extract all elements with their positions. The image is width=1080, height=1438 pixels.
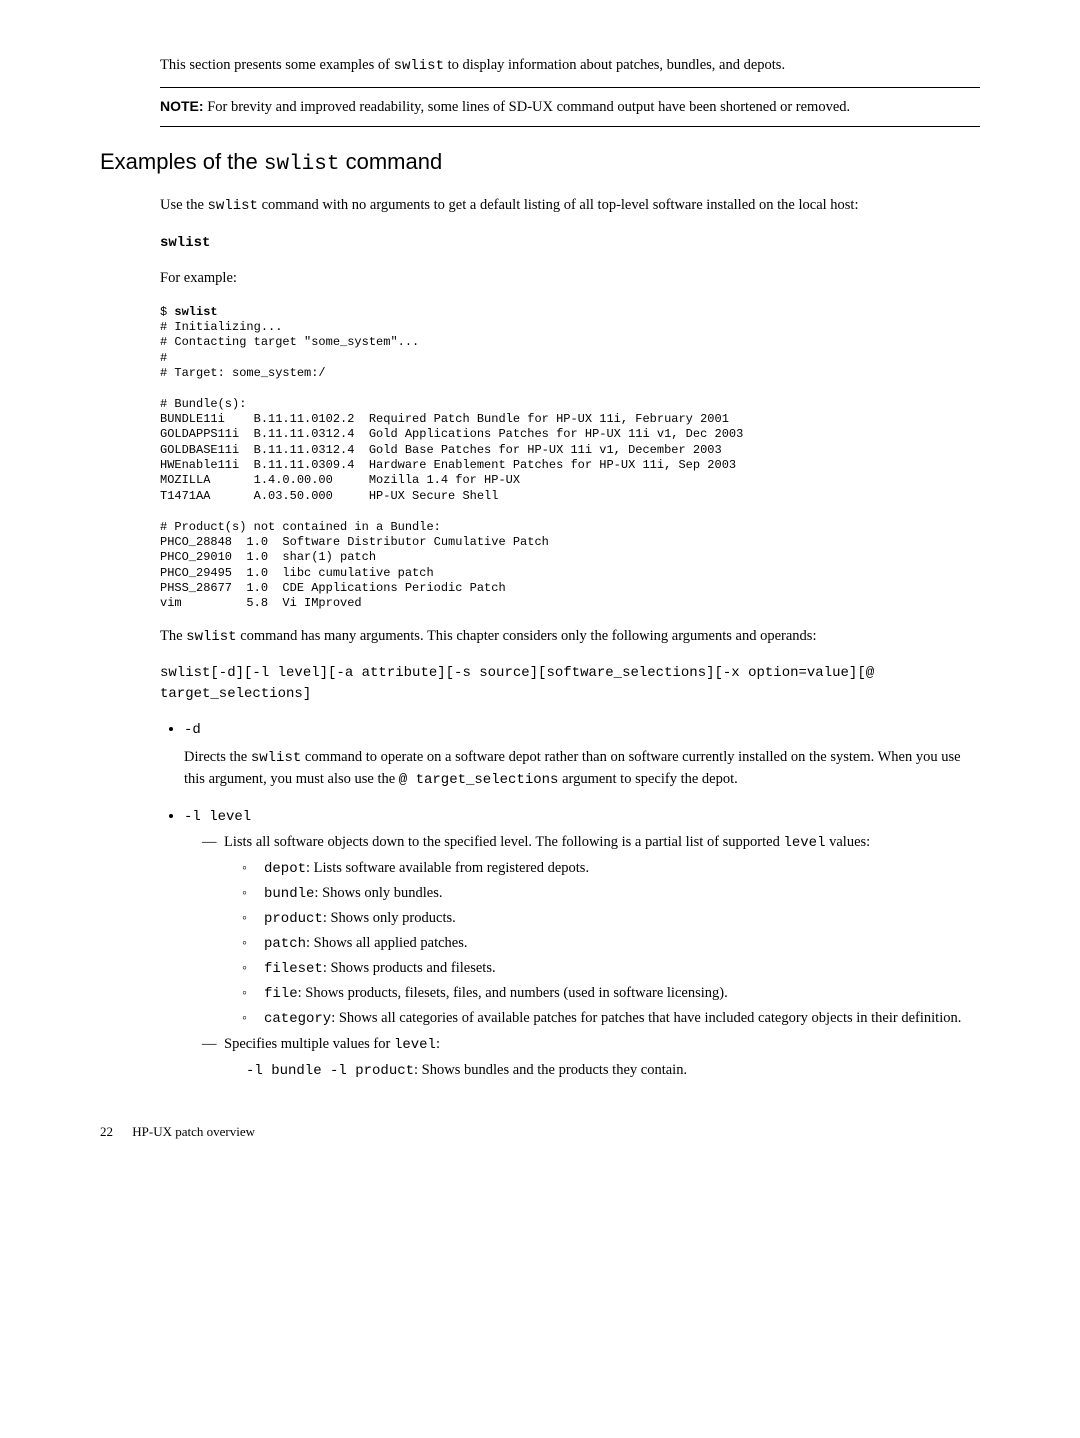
level-code: patch — [264, 936, 306, 952]
level-depot: depot: Lists software available from reg… — [242, 858, 980, 880]
opt-d-cmd: swlist — [251, 750, 301, 766]
level-desc: : Lists software available from register… — [306, 860, 589, 876]
note-block: NOTE: For brevity and improved readabili… — [160, 87, 980, 128]
level-code: product — [264, 911, 323, 927]
heading-code: swlist — [264, 153, 340, 176]
swlist-bold: swlist — [160, 235, 210, 251]
option-l-sublist: Lists all software objects down to the s… — [184, 832, 980, 1082]
code-block: $ swlist # Initializing... # Contacting … — [160, 305, 980, 612]
heading-pre: Examples of the — [100, 149, 264, 174]
l-intro-pre: Lists all software objects down to the s… — [224, 834, 783, 850]
multi-code: level — [394, 1037, 436, 1053]
option-d-flag: -d — [184, 722, 201, 738]
opt-d-post: argument to specify the depot. — [558, 771, 737, 787]
option-l: -l level Lists all software objects down… — [184, 806, 980, 1082]
use-post: command with no arguments to get a defau… — [258, 197, 859, 213]
option-l-list-intro: Lists all software objects down to the s… — [202, 832, 980, 1030]
swlist-inline-3: swlist — [186, 629, 236, 645]
level-desc: : Shows products, filesets, files, and n… — [298, 985, 728, 1001]
option-l-multi: Specifies multiple values for level: -l … — [202, 1034, 980, 1082]
multi-example-code: -l bundle -l product — [246, 1063, 414, 1079]
level-patch: patch: Shows all applied patches. — [242, 933, 980, 955]
multi-pre: Specifies multiple values for — [224, 1036, 394, 1052]
level-desc: : Shows all applied patches. — [306, 935, 467, 951]
for-example: For example: — [160, 268, 980, 290]
opt-d-pre: Directs the — [184, 749, 251, 765]
swlist-command: swlist — [160, 232, 980, 254]
synopsis: swlist[-d][-l level][-a attribute][-s so… — [160, 663, 980, 705]
level-values: depot: Lists software available from reg… — [224, 858, 980, 1030]
level-product: product: Shows only products. — [242, 908, 980, 930]
multi-post: : — [436, 1036, 440, 1052]
args-post: command has many arguments. This chapter… — [237, 628, 817, 644]
footer-title: HP-UX patch overview — [132, 1124, 255, 1139]
level-bundle: bundle: Shows only bundles. — [242, 883, 980, 905]
args-pre: The — [160, 628, 186, 644]
swlist-inline: swlist — [394, 58, 444, 74]
swlist-inline-2: swlist — [208, 198, 258, 214]
option-d-desc: Directs the swlist command to operate on… — [184, 747, 980, 791]
level-desc: : Shows all categories of available patc… — [331, 1010, 961, 1026]
level-file: file: Shows products, filesets, files, a… — [242, 983, 980, 1005]
intro-paragraph: This section presents some examples of s… — [160, 55, 980, 77]
page-number: 22 — [100, 1122, 113, 1142]
level-fileset: fileset: Shows products and filesets. — [242, 958, 980, 980]
note-label: NOTE: — [160, 98, 204, 114]
l-intro-post: values: — [825, 834, 870, 850]
level-desc: : Shows products and filesets. — [323, 960, 496, 976]
level-code: bundle — [264, 886, 314, 902]
multi-example: -l bundle -l product: Shows bundles and … — [224, 1060, 980, 1082]
note-text: For brevity and improved readability, so… — [207, 99, 850, 115]
heading-post: command — [340, 149, 443, 174]
section-heading: Examples of the swlist command — [100, 145, 980, 181]
l-intro-code: level — [783, 835, 825, 851]
args-paragraph: The swlist command has many arguments. T… — [160, 626, 980, 648]
level-desc: : Shows only bundles. — [314, 885, 442, 901]
level-code: fileset — [264, 961, 323, 977]
intro-text-post: to display information about patches, bu… — [444, 57, 785, 73]
level-desc: : Shows only products. — [323, 910, 456, 926]
multi-example-desc: : Shows bundles and the products they co… — [414, 1062, 687, 1078]
level-category: category: Shows all categories of availa… — [242, 1008, 980, 1030]
use-pre: Use the — [160, 197, 208, 213]
option-d: -d Directs the swlist command to operate… — [184, 719, 980, 791]
level-code: depot — [264, 861, 306, 877]
level-code: file — [264, 986, 298, 1002]
page-footer: 22 HP-UX patch overview — [100, 1122, 980, 1142]
opt-d-at: @ target_selections — [399, 772, 559, 788]
option-l-flag: -l level — [184, 809, 251, 825]
intro-text-pre: This section presents some examples of — [160, 57, 394, 73]
use-paragraph: Use the swlist command with no arguments… — [160, 195, 980, 217]
options-list: -d Directs the swlist command to operate… — [160, 719, 980, 1082]
level-code: category — [264, 1011, 331, 1027]
